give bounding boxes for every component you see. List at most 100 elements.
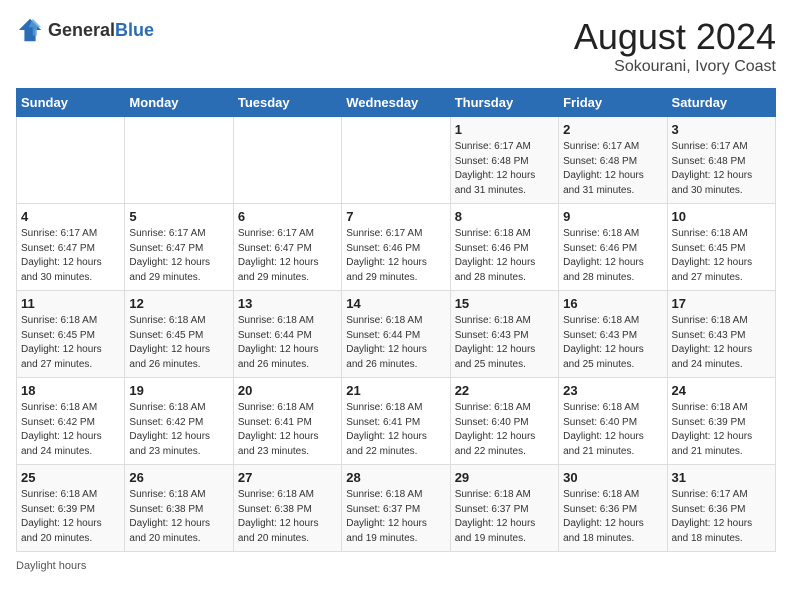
week-row-2: 4Sunrise: 6:17 AM Sunset: 6:47 PM Daylig…: [17, 204, 776, 291]
header-row: SundayMondayTuesdayWednesdayThursdayFrid…: [17, 89, 776, 117]
day-cell: 11 Sunrise: 6:18 AM Sunset: 6:45 PM Dayli…: [17, 291, 125, 378]
day-number: 10: [672, 209, 771, 224]
day-info: Sunrise: 6:17 AM Sunset: 6:48 PM Dayligh…: [455, 140, 554, 198]
day-cell: 23 Sunrise: 6:18 AM Sunset: 6:40 PM Dayli…: [559, 378, 667, 465]
day-info: Sunrise: 6:18 AM Sunset: 6:39 PM Dayligh…: [672, 401, 771, 459]
day-info: Sunrise: 6:17 AM Sunset: 6:46 PM Dayligh…: [346, 227, 445, 285]
day-info: Sunrise: 6:18 AM Sunset: 6:43 PM Dayligh…: [563, 314, 662, 372]
header-cell-saturday: Saturday: [667, 89, 775, 117]
day-number: 29: [455, 470, 554, 485]
day-info: Sunrise: 6:18 AM Sunset: 6:42 PM Dayligh…: [129, 401, 228, 459]
day-number: 27: [238, 470, 337, 485]
day-info: Sunrise: 6:18 AM Sunset: 6:43 PM Dayligh…: [672, 314, 771, 372]
header-cell-monday: Monday: [125, 89, 233, 117]
week-row-3: 11 Sunrise: 6:18 AM Sunset: 6:45 PM Dayli…: [17, 291, 776, 378]
day-info: Sunrise: 6:18 AM Sunset: 6:37 PM Dayligh…: [455, 488, 554, 546]
day-cell: 13 Sunrise: 6:18 AM Sunset: 6:44 PM Dayli…: [233, 291, 341, 378]
week-row-1: 1 Sunrise: 6:17 AM Sunset: 6:48 PM Daylig…: [17, 117, 776, 204]
day-cell: 26 Sunrise: 6:18 AM Sunset: 6:38 PM Dayli…: [125, 465, 233, 552]
day-cell: 14Sunrise: 6:18 AM Sunset: 6:44 PM Dayli…: [342, 291, 450, 378]
day-cell: 25 Sunrise: 6:18 AM Sunset: 6:39 PM Dayli…: [17, 465, 125, 552]
day-cell: 5Sunrise: 6:17 AM Sunset: 6:47 PM Daylig…: [125, 204, 233, 291]
day-info: Sunrise: 6:18 AM Sunset: 6:45 PM Dayligh…: [672, 227, 771, 285]
day-info: Sunrise: 6:18 AM Sunset: 6:42 PM Dayligh…: [21, 401, 120, 459]
header-cell-friday: Friday: [559, 89, 667, 117]
day-cell: 6 Sunrise: 6:17 AM Sunset: 6:47 PM Daylig…: [233, 204, 341, 291]
header-cell-sunday: Sunday: [17, 89, 125, 117]
day-info: Sunrise: 6:18 AM Sunset: 6:41 PM Dayligh…: [238, 401, 337, 459]
day-number: 19: [129, 383, 228, 398]
day-number: 9: [563, 209, 662, 224]
day-number: 5: [129, 209, 228, 224]
day-number: 2: [563, 122, 662, 137]
day-info: Sunrise: 6:18 AM Sunset: 6:45 PM Dayligh…: [21, 314, 120, 372]
day-number: 28: [346, 470, 445, 485]
title-block: August 2024 Sokourani, Ivory Coast: [574, 16, 776, 76]
day-cell: 21 Sunrise: 6:18 AM Sunset: 6:41 PM Dayli…: [342, 378, 450, 465]
calendar-header: SundayMondayTuesdayWednesdayThursdayFrid…: [17, 89, 776, 117]
day-info: Sunrise: 6:18 AM Sunset: 6:43 PM Dayligh…: [455, 314, 554, 372]
day-number: 8: [455, 209, 554, 224]
day-number: 15: [455, 296, 554, 311]
day-info: Sunrise: 6:18 AM Sunset: 6:39 PM Dayligh…: [21, 488, 120, 546]
subtitle: Sokourani, Ivory Coast: [574, 58, 776, 76]
day-cell: 7 Sunrise: 6:17 AM Sunset: 6:46 PM Daylig…: [342, 204, 450, 291]
header-cell-wednesday: Wednesday: [342, 89, 450, 117]
day-cell: 2Sunrise: 6:17 AM Sunset: 6:48 PM Daylig…: [559, 117, 667, 204]
day-cell: 20 Sunrise: 6:18 AM Sunset: 6:41 PM Dayli…: [233, 378, 341, 465]
calendar-table: SundayMondayTuesdayWednesdayThursdayFrid…: [16, 88, 776, 552]
day-cell: 24Sunrise: 6:18 AM Sunset: 6:39 PM Dayli…: [667, 378, 775, 465]
logo-icon: [16, 16, 44, 44]
day-number: 6: [238, 209, 337, 224]
header-cell-thursday: Thursday: [450, 89, 558, 117]
day-cell: [233, 117, 341, 204]
day-number: 30: [563, 470, 662, 485]
day-cell: 30 Sunrise: 6:18 AM Sunset: 6:36 PM Dayli…: [559, 465, 667, 552]
header-cell-tuesday: Tuesday: [233, 89, 341, 117]
day-number: 21: [346, 383, 445, 398]
day-number: 7: [346, 209, 445, 224]
day-number: 17: [672, 296, 771, 311]
footer-note: Daylight hours: [16, 560, 776, 572]
day-number: 16: [563, 296, 662, 311]
day-cell: 9Sunrise: 6:18 AM Sunset: 6:46 PM Daylig…: [559, 204, 667, 291]
day-number: 31: [672, 470, 771, 485]
day-info: Sunrise: 6:17 AM Sunset: 6:47 PM Dayligh…: [21, 227, 120, 285]
day-number: 13: [238, 296, 337, 311]
day-info: Sunrise: 6:18 AM Sunset: 6:44 PM Dayligh…: [346, 314, 445, 372]
day-cell: 18 Sunrise: 6:18 AM Sunset: 6:42 PM Dayli…: [17, 378, 125, 465]
day-number: 1: [455, 122, 554, 137]
day-number: 3: [672, 122, 771, 137]
day-info: Sunrise: 6:18 AM Sunset: 6:37 PM Dayligh…: [346, 488, 445, 546]
day-info: Sunrise: 6:18 AM Sunset: 6:38 PM Dayligh…: [129, 488, 228, 546]
day-cell: [342, 117, 450, 204]
week-row-5: 25 Sunrise: 6:18 AM Sunset: 6:39 PM Dayli…: [17, 465, 776, 552]
day-cell: 12Sunrise: 6:18 AM Sunset: 6:45 PM Dayli…: [125, 291, 233, 378]
day-cell: 8 Sunrise: 6:18 AM Sunset: 6:46 PM Daylig…: [450, 204, 558, 291]
day-number: 23: [563, 383, 662, 398]
day-number: 18: [21, 383, 120, 398]
day-info: Sunrise: 6:17 AM Sunset: 6:47 PM Dayligh…: [238, 227, 337, 285]
day-number: 20: [238, 383, 337, 398]
day-number: 12: [129, 296, 228, 311]
day-cell: 22Sunrise: 6:18 AM Sunset: 6:40 PM Dayli…: [450, 378, 558, 465]
calendar-body: 1 Sunrise: 6:17 AM Sunset: 6:48 PM Daylig…: [17, 117, 776, 552]
day-cell: 10 Sunrise: 6:18 AM Sunset: 6:45 PM Dayli…: [667, 204, 775, 291]
day-number: 26: [129, 470, 228, 485]
day-info: Sunrise: 6:18 AM Sunset: 6:40 PM Dayligh…: [563, 401, 662, 459]
day-info: Sunrise: 6:17 AM Sunset: 6:36 PM Dayligh…: [672, 488, 771, 546]
logo-text-blue: Blue: [115, 20, 154, 40]
day-info: Sunrise: 6:18 AM Sunset: 6:44 PM Dayligh…: [238, 314, 337, 372]
day-cell: 16 Sunrise: 6:18 AM Sunset: 6:43 PM Dayli…: [559, 291, 667, 378]
week-row-4: 18 Sunrise: 6:18 AM Sunset: 6:42 PM Dayli…: [17, 378, 776, 465]
day-number: 11: [21, 296, 120, 311]
day-cell: [17, 117, 125, 204]
day-info: Sunrise: 6:18 AM Sunset: 6:46 PM Dayligh…: [455, 227, 554, 285]
day-info: Sunrise: 6:18 AM Sunset: 6:36 PM Dayligh…: [563, 488, 662, 546]
page-header: GeneralBlue August 2024 Sokourani, Ivory…: [16, 16, 776, 76]
day-cell: 4Sunrise: 6:17 AM Sunset: 6:47 PM Daylig…: [17, 204, 125, 291]
day-cell: 29 Sunrise: 6:18 AM Sunset: 6:37 PM Dayli…: [450, 465, 558, 552]
day-info: Sunrise: 6:18 AM Sunset: 6:41 PM Dayligh…: [346, 401, 445, 459]
day-cell: 19 Sunrise: 6:18 AM Sunset: 6:42 PM Dayli…: [125, 378, 233, 465]
day-number: 25: [21, 470, 120, 485]
